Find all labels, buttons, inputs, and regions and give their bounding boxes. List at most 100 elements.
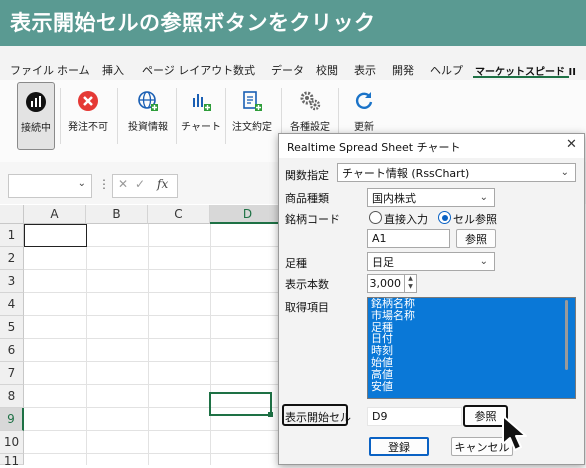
- close-icon[interactable]: ✕: [566, 137, 577, 152]
- bar-type-select[interactable]: 日足 ⌄: [367, 252, 495, 271]
- gear-icon: [299, 90, 321, 112]
- investment-info-label: 投資情報: [128, 122, 168, 133]
- menu-file[interactable]: ファイル: [10, 62, 54, 78]
- list-item[interactable]: 高値: [368, 368, 575, 381]
- insert-function-button[interactable]: fx: [157, 177, 168, 191]
- cell-a1[interactable]: [24, 224, 87, 247]
- bar-type-value: 日足: [372, 255, 394, 269]
- items-listbox[interactable]: 銘柄名称 市場名称 足種 日付 時刻 始値 高値 安値: [367, 297, 576, 399]
- more-options-icon[interactable]: ⋮: [98, 177, 110, 191]
- count-label: 表示本数: [285, 278, 329, 291]
- column-header-d[interactable]: D: [210, 205, 286, 224]
- code-input[interactable]: A1: [367, 229, 450, 248]
- fill-handle[interactable]: [268, 412, 273, 417]
- confirm-entry-icon[interactable]: ✓: [135, 177, 145, 191]
- row-header-6[interactable]: 6: [0, 339, 24, 362]
- ribbon-separator: [60, 88, 61, 144]
- list-item[interactable]: 安値: [368, 380, 575, 393]
- start-cell-label: 表示開始セル: [285, 411, 351, 424]
- list-scrollbar[interactable]: [565, 300, 568, 370]
- row-header-9[interactable]: 9: [0, 408, 24, 431]
- code-label: 銘柄コード: [285, 213, 340, 226]
- grid-line: [24, 292, 286, 293]
- grid-line: [210, 224, 211, 465]
- grid-line: [24, 453, 286, 454]
- list-item[interactable]: 時刻: [368, 345, 575, 357]
- investment-info-button[interactable]: 投資情報: [124, 82, 172, 148]
- chart-add-icon: [190, 90, 212, 112]
- list-item[interactable]: 足種: [368, 321, 575, 334]
- grid-line: [24, 430, 286, 431]
- radio-selected-dot: [441, 214, 448, 221]
- function-value: チャート情報 (RssChart): [342, 166, 470, 180]
- row-header-2[interactable]: 2: [0, 247, 24, 270]
- grid-line: [24, 338, 286, 339]
- formula-controls: ✕ ✓ fx: [112, 174, 178, 198]
- select-all-corner[interactable]: [0, 205, 24, 224]
- order-execution-button[interactable]: 注文約定: [228, 82, 276, 148]
- start-cell-input[interactable]: D9: [367, 407, 462, 426]
- radio-direct-input[interactable]: [369, 211, 382, 224]
- menu-formulas[interactable]: 数式: [233, 62, 255, 78]
- list-item[interactable]: 市場名称: [368, 309, 575, 322]
- grid-line: [24, 361, 286, 362]
- row-header-7[interactable]: 7: [0, 362, 24, 385]
- refresh-icon: [353, 90, 375, 112]
- connected-label: 接続中: [21, 123, 51, 134]
- row-header-5[interactable]: 5: [0, 316, 24, 339]
- column-header-b[interactable]: B: [86, 205, 148, 224]
- start-cell-value: D9: [372, 410, 388, 423]
- row-header-8[interactable]: 8: [0, 385, 24, 408]
- register-button[interactable]: 登録: [369, 437, 429, 456]
- menu-data[interactable]: データ: [271, 62, 304, 78]
- bar-type-label: 足種: [285, 257, 307, 270]
- row-header-4[interactable]: 4: [0, 293, 24, 316]
- row-header-10[interactable]: 10: [0, 431, 24, 454]
- menu-insert[interactable]: 挿入: [102, 62, 124, 78]
- function-label: 関数指定: [285, 169, 329, 182]
- banner-title: 表示開始セルの参照ボタンをクリック: [10, 11, 376, 35]
- document-add-icon: [241, 90, 263, 112]
- column-header-a[interactable]: A: [24, 205, 86, 224]
- ribbon-separator: [117, 88, 118, 144]
- menu-view[interactable]: 表示: [354, 62, 376, 78]
- row-header-11[interactable]: 11: [0, 454, 24, 468]
- count-value: 3,000: [369, 277, 402, 290]
- count-spinner[interactable]: ▲ ▼: [405, 274, 417, 293]
- row-header-1[interactable]: 1: [0, 224, 24, 247]
- menu-page-layout[interactable]: ページ レイアウト: [142, 62, 233, 78]
- chevron-down-icon: ⌄: [479, 256, 488, 267]
- no-order-button[interactable]: 発注不可: [64, 82, 112, 148]
- count-input[interactable]: 3,000: [367, 274, 405, 293]
- no-order-label: 発注不可: [68, 122, 108, 133]
- row-header-3[interactable]: 3: [0, 270, 24, 293]
- column-header-c[interactable]: C: [148, 205, 210, 224]
- order-execution-label: 注文約定: [232, 122, 272, 133]
- selected-cell-d9[interactable]: [209, 392, 272, 416]
- spin-down-icon[interactable]: ▼: [405, 283, 416, 291]
- grid-line: [24, 384, 286, 385]
- menu-review[interactable]: 校閲: [316, 62, 338, 78]
- refresh-label: 更新: [354, 122, 374, 133]
- menu-home[interactable]: ホーム: [57, 62, 90, 78]
- chart-button[interactable]: チャート: [181, 82, 221, 148]
- name-box[interactable]: ⌄: [8, 174, 92, 198]
- list-item[interactable]: 日付: [368, 333, 575, 345]
- spin-up-icon[interactable]: ▲: [405, 275, 416, 283]
- radio-direct-label: 直接入力: [384, 213, 428, 226]
- ribbon-separator: [225, 88, 226, 144]
- no-order-icon: [77, 90, 99, 112]
- menu-help[interactable]: ヘルプ: [430, 62, 463, 78]
- items-label: 取得項目: [285, 301, 329, 314]
- connected-button[interactable]: 接続中: [17, 82, 55, 150]
- chevron-down-icon: ⌄: [479, 192, 488, 203]
- function-select[interactable]: チャート情報 (RssChart) ⌄: [337, 163, 576, 182]
- radio-cell-reference[interactable]: [438, 211, 451, 224]
- cancel-entry-icon[interactable]: ✕: [118, 177, 128, 191]
- menu-developer[interactable]: 開発: [392, 62, 414, 78]
- code-ref-button[interactable]: 参照: [456, 229, 496, 248]
- ribbon-separator: [176, 88, 177, 144]
- chevron-down-icon: ⌄: [560, 167, 569, 178]
- list-item[interactable]: 始値: [368, 357, 575, 369]
- product-select[interactable]: 国内株式 ⌄: [367, 188, 495, 207]
